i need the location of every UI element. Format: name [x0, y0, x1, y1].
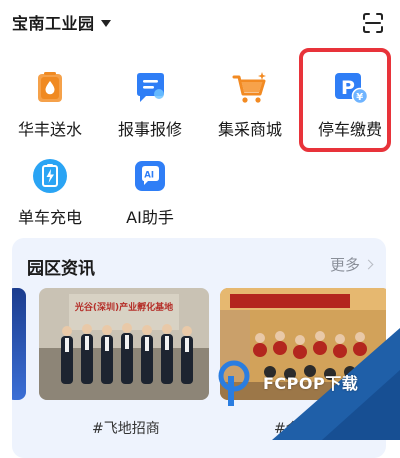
- chevron-right-icon: [363, 259, 374, 270]
- app-label: 华丰送水: [17, 120, 82, 139]
- ai-assistant-icon: AI: [132, 158, 168, 194]
- app-bike-charging[interactable]: 单车充电: [0, 148, 100, 228]
- app-label: 集采商城: [217, 120, 282, 139]
- report-repair-icon: [132, 70, 168, 106]
- water-delivery-icon: [32, 70, 68, 106]
- app-water-delivery[interactable]: 华丰送水: [0, 60, 100, 140]
- news-item-partial[interactable]: [12, 288, 26, 400]
- highlight-box: [299, 48, 391, 152]
- app-ai-assistant[interactable]: AI AI助手: [100, 148, 200, 228]
- bike-charging-icon: [32, 158, 68, 194]
- banner-text: 光谷(深圳)产业孵化基地: [74, 301, 173, 313]
- app-grid: 华丰送水 报事报修 集采商城 P ¥ 停车缴费 单车充电 AI AI助手: [0, 48, 400, 230]
- shopping-cart-icon: [232, 70, 268, 106]
- park-name: 宝南工业园: [12, 14, 95, 33]
- watermark-text: FCPOP下载: [263, 374, 359, 393]
- news-section-title: 园区资讯: [27, 259, 95, 279]
- app-label: 单车充电: [17, 208, 82, 227]
- more-link[interactable]: 更多: [329, 254, 374, 275]
- app-shopping-mall[interactable]: 集采商城: [200, 60, 300, 140]
- app-label: 报事报修: [117, 120, 182, 139]
- more-label: 更多: [329, 256, 360, 274]
- app-report-repair[interactable]: 报事报修: [100, 60, 200, 140]
- app-label: AI助手: [126, 208, 174, 227]
- caret-down-icon: [100, 19, 111, 27]
- scan-icon[interactable]: [362, 12, 384, 34]
- news-section: 园区资讯 更多 光谷(深圳)产业孵化基地 #飞地招商 #企业营销: [12, 238, 386, 458]
- news-item-photo[interactable]: 光谷(深圳)产业孵化基地: [39, 288, 209, 400]
- svg-text:AI: AI: [144, 171, 154, 181]
- news-item-caption: #飞地招商: [92, 421, 160, 437]
- news-item-caption: #企业营销: [274, 421, 342, 437]
- header-bar: 宝南工业园: [0, 0, 400, 48]
- park-selector[interactable]: 宝南工业园: [12, 10, 111, 34]
